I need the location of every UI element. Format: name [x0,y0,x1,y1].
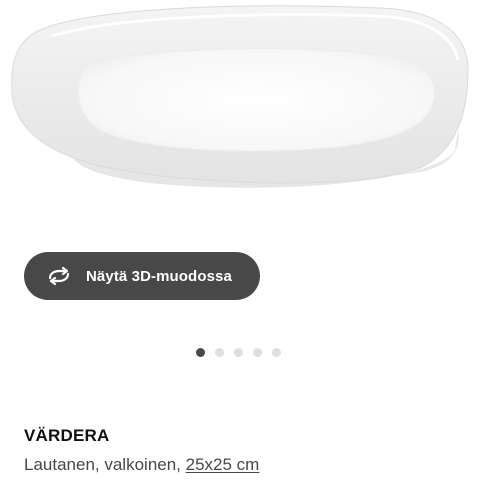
carousel-dot-3[interactable] [234,347,243,357]
carousel-dot-5[interactable] [272,347,281,357]
product-page: Näytä 3D-muodossa VÄRDERA Lautanen, valk… [0,0,480,480]
product-description-text: Lautanen, valkoinen, [24,455,181,474]
product-description: Lautanen, valkoinen, 25x25 cm [24,455,259,475]
carousel-dot-1[interactable] [196,347,205,357]
carousel-dot-4[interactable] [253,347,262,357]
product-size-link[interactable]: 25x25 cm [186,455,260,474]
product-name[interactable]: VÄRDERA [24,426,109,446]
carousel-dots [196,347,291,357]
carousel-dot-2[interactable] [215,347,224,357]
view-3d-label: Näytä 3D-muodossa [86,267,232,285]
view-3d-button[interactable]: Näytä 3D-muodossa [24,252,260,300]
rotate-3d-icon [46,266,72,286]
plate-image [11,5,469,188]
